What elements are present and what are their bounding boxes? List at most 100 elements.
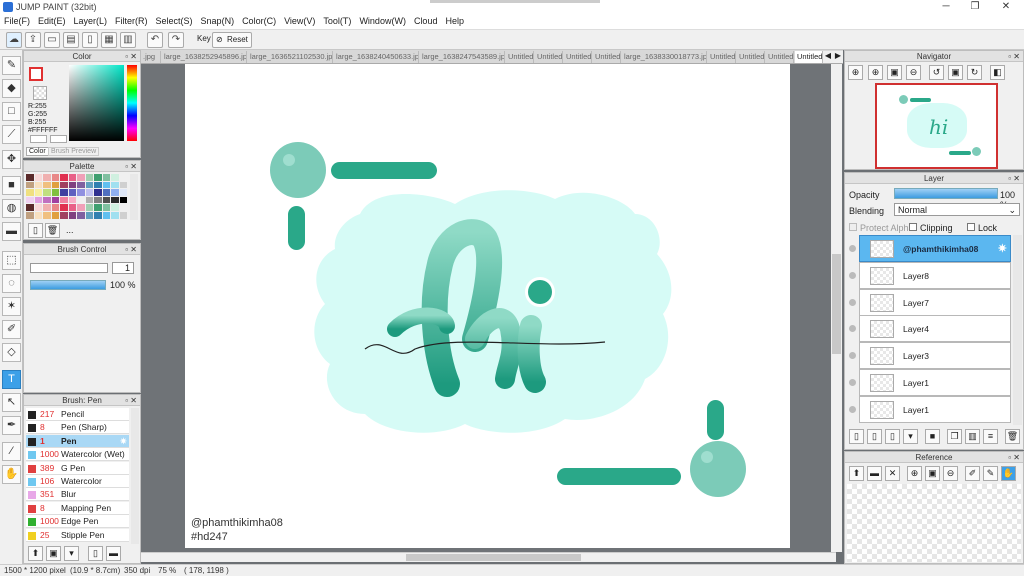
- ref-fit-icon[interactable]: ▣: [925, 466, 940, 481]
- brush-item[interactable]: 217 Pencil: [26, 408, 129, 421]
- palette-swatch[interactable]: [77, 174, 85, 181]
- text-tool-icon[interactable]: T: [2, 370, 21, 389]
- palette-swatch[interactable]: [85, 181, 93, 189]
- select-rect-icon[interactable]: ⬚: [2, 251, 21, 270]
- menu-edit[interactable]: Edit(E): [34, 14, 70, 28]
- palette-swatch[interactable]: [102, 189, 110, 196]
- palette-swatch[interactable]: [94, 204, 102, 211]
- palette-swatch[interactable]: [119, 212, 127, 219]
- palette-swatch[interactable]: [68, 174, 76, 181]
- color-sv-picker[interactable]: [69, 65, 124, 141]
- palette-swatch[interactable]: [111, 196, 119, 204]
- palette-swatch[interactable]: [119, 204, 127, 211]
- menu-tool[interactable]: Tool(T): [319, 14, 355, 28]
- document-tab[interactable]: Untitled: [737, 51, 765, 63]
- panel-close-icon[interactable]: ▫ ✕: [125, 244, 137, 255]
- lasso-icon[interactable]: ◌: [2, 274, 21, 293]
- layer-opacity-slider[interactable]: [894, 188, 998, 199]
- palette-swatch[interactable]: [34, 189, 42, 196]
- palette-swatch[interactable]: [119, 189, 127, 196]
- palette-swatch[interactable]: [43, 196, 51, 204]
- vertical-scrollbar[interactable]: [831, 64, 842, 552]
- zoom-in-icon[interactable]: ⊕: [868, 65, 883, 80]
- palette-more[interactable]: ...: [66, 225, 74, 235]
- palette-swatch[interactable]: [77, 189, 85, 196]
- brush-item[interactable]: 106 Watercolor: [26, 475, 129, 488]
- palette-swatch[interactable]: [68, 196, 76, 204]
- ref-eyedropper-icon[interactable]: ✐: [965, 466, 980, 481]
- document-tab[interactable]: Untitled: [535, 51, 563, 63]
- zoom-actual-icon[interactable]: ▣: [887, 65, 902, 80]
- zoom-fit-icon[interactable]: ⊕: [848, 65, 863, 80]
- lock-checkbox[interactable]: [967, 223, 975, 231]
- background-color-swatch[interactable]: [33, 86, 47, 100]
- layer-visibility-icon[interactable]: [849, 245, 856, 252]
- document-tab[interactable]: Untitled: [766, 51, 794, 63]
- document-tab[interactable]: large_1636521102530.jpg: [248, 51, 333, 63]
- ref-open-icon[interactable]: ▬: [867, 466, 882, 481]
- palette-swatch[interactable]: [26, 196, 34, 204]
- panel-close-icon[interactable]: ▫ ✕: [125, 51, 137, 62]
- brush-add-icon[interactable]: ⬆: [28, 546, 43, 561]
- tab-color[interactable]: Color: [26, 147, 49, 156]
- palette-swatch[interactable]: [43, 204, 51, 211]
- palette-swatch[interactable]: [51, 196, 59, 204]
- brush-item[interactable]: 1 Pen ✷: [26, 434, 129, 448]
- document-tab[interactable]: large_1638252945896.jpg: [162, 51, 247, 63]
- brush-item[interactable]: 389 G Pen: [26, 461, 129, 475]
- palette-swatch[interactable]: [43, 181, 51, 189]
- document-tab[interactable]: .jpg: [141, 51, 161, 63]
- brush-item[interactable]: 25 Stipple Pen: [26, 528, 129, 542]
- rotate-reset-icon[interactable]: ▣: [948, 65, 963, 80]
- palette-swatch[interactable]: [119, 174, 127, 181]
- ref-edit-icon[interactable]: ✎: [983, 466, 998, 481]
- hue-slider[interactable]: [127, 65, 137, 141]
- palette-swatch[interactable]: [60, 174, 68, 181]
- brush-item[interactable]: 8 Pen (Sharp): [26, 421, 129, 435]
- palette-swatch[interactable]: [68, 189, 76, 196]
- palette-swatch[interactable]: [102, 212, 110, 219]
- palette-swatch[interactable]: [77, 181, 85, 189]
- palette-swatch[interactable]: [26, 174, 34, 181]
- tab-scroll-left-icon[interactable]: ◀: [823, 51, 833, 63]
- layer-row[interactable]: Layer8: [859, 261, 1011, 289]
- rotate-left-icon[interactable]: ↺: [929, 65, 944, 80]
- menu-help[interactable]: Help: [441, 14, 468, 28]
- menu-view[interactable]: View(V): [280, 14, 319, 28]
- select-pen-icon[interactable]: ✐: [2, 320, 21, 339]
- shape-tool-icon[interactable]: ■: [2, 176, 21, 195]
- line-tool-icon[interactable]: ⟋: [2, 125, 21, 144]
- palette-swatch[interactable]: [68, 212, 76, 219]
- ref-close-icon[interactable]: ✕: [885, 466, 900, 481]
- palette-swatch[interactable]: [111, 174, 119, 181]
- select-eraser-icon[interactable]: ◇: [2, 343, 21, 362]
- brush-tool-icon[interactable]: ✎: [2, 56, 21, 75]
- new-layer-menu-icon[interactable]: ▾: [903, 429, 918, 444]
- close-button[interactable]: ✕: [996, 1, 1016, 13]
- palette-swatch[interactable]: [51, 204, 59, 211]
- layer-row[interactable]: Layer4: [859, 315, 1011, 343]
- palette-swatch[interactable]: [102, 174, 110, 181]
- brush-size-slider[interactable]: [30, 263, 108, 273]
- palette-swatch[interactable]: [85, 189, 93, 196]
- menu-select[interactable]: Select(S): [152, 14, 197, 28]
- horizontal-scroll-thumb[interactable]: [406, 554, 581, 561]
- palette-swatch[interactable]: [119, 181, 127, 189]
- new-layer-1bit-icon[interactable]: ▯: [885, 429, 900, 444]
- palette-swatch[interactable]: [102, 196, 110, 204]
- palette-swatch[interactable]: [60, 189, 68, 196]
- protect-alpha-checkbox[interactable]: [849, 223, 857, 231]
- ref-zoom-in-icon[interactable]: ⊕: [907, 466, 922, 481]
- brush-settings-icon[interactable]: ▾: [64, 546, 79, 561]
- menu-filter[interactable]: Filter(R): [111, 14, 152, 28]
- layer-row[interactable]: Layer3: [859, 342, 1011, 370]
- new-layer-8bit-icon[interactable]: ▯: [867, 429, 882, 444]
- brush-list-scrollbar[interactable]: [131, 408, 139, 544]
- minimize-button[interactable]: ─: [936, 1, 956, 13]
- magic-wand-icon[interactable]: ✶: [2, 297, 21, 316]
- clipping-checkbox[interactable]: [909, 223, 917, 231]
- foreground-color-swatch[interactable]: [29, 67, 43, 81]
- palette-swatch[interactable]: [26, 212, 34, 219]
- ref-zoom-out-icon[interactable]: ⊖: [943, 466, 958, 481]
- navigator-preview[interactable]: hi: [875, 83, 998, 169]
